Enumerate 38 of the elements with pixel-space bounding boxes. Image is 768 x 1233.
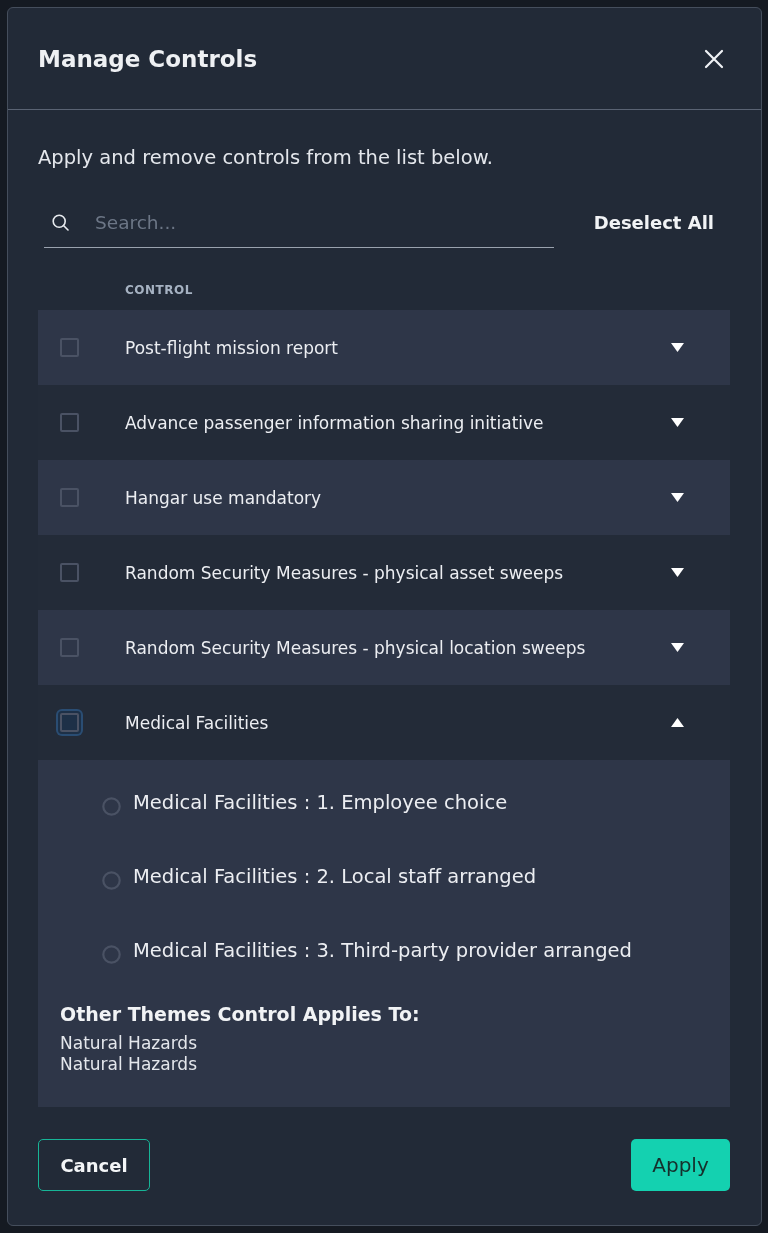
close-icon[interactable] [704, 48, 724, 69]
checkbox[interactable] [60, 638, 79, 657]
column-header: CONTROL [125, 283, 194, 299]
control-row[interactable]: Post-flight mission report [38, 310, 730, 385]
control-label: Medical Facilities [125, 712, 270, 733]
control-label: Random Security Measures - physical asset sweeps [125, 562, 565, 583]
caret-down-icon[interactable] [671, 493, 684, 502]
instructions-text: Apply and remove controls from the list below. [38, 146, 495, 169]
control-row[interactable]: Random Security Measures - physical location sweeps [38, 610, 730, 685]
dialog-title: Manage Controls [38, 45, 258, 72]
search-icon [52, 213, 69, 231]
control-label: Hangar use mandatory [125, 487, 323, 508]
checkbox[interactable] [60, 563, 79, 582]
theme-name: Natural Hazards [60, 1033, 198, 1054]
caret-up-icon[interactable] [671, 718, 684, 727]
radio-button[interactable] [102, 796, 121, 816]
cancel-button[interactable]: Cancel [38, 1139, 150, 1191]
caret-down-icon[interactable] [671, 568, 684, 577]
checkbox[interactable] [60, 488, 79, 507]
control-label: Random Security Measures - physical location sweeps [125, 637, 587, 658]
caret-down-icon[interactable] [671, 418, 684, 427]
radio-button[interactable] [102, 870, 121, 890]
apply-button[interactable]: Apply [631, 1139, 730, 1191]
option-label: Medical Facilities : 3. Third-party provider arranged [133, 938, 632, 962]
radio-button[interactable] [102, 944, 121, 964]
other-themes-heading: Other Themes Control Applies To: [60, 1003, 421, 1025]
search-field[interactable]: Search... [44, 197, 554, 248]
control-row[interactable]: Hangar use mandatory [38, 460, 730, 535]
caret-down-icon[interactable] [671, 343, 684, 352]
control-label: Post-flight mission report [125, 337, 339, 358]
deselect-all-button[interactable]: Deselect All [593, 212, 714, 233]
theme-name: Natural Hazards [60, 1054, 198, 1075]
checkbox[interactable] [60, 413, 79, 432]
option-label: Medical Facilities : 1. Employee choice [133, 790, 508, 814]
checkbox[interactable] [60, 338, 79, 357]
caret-down-icon[interactable] [671, 643, 684, 652]
option-label: Medical Facilities : 2. Local staff arranged [133, 864, 537, 888]
control-label: Advance passenger information sharing initiative [125, 412, 545, 433]
